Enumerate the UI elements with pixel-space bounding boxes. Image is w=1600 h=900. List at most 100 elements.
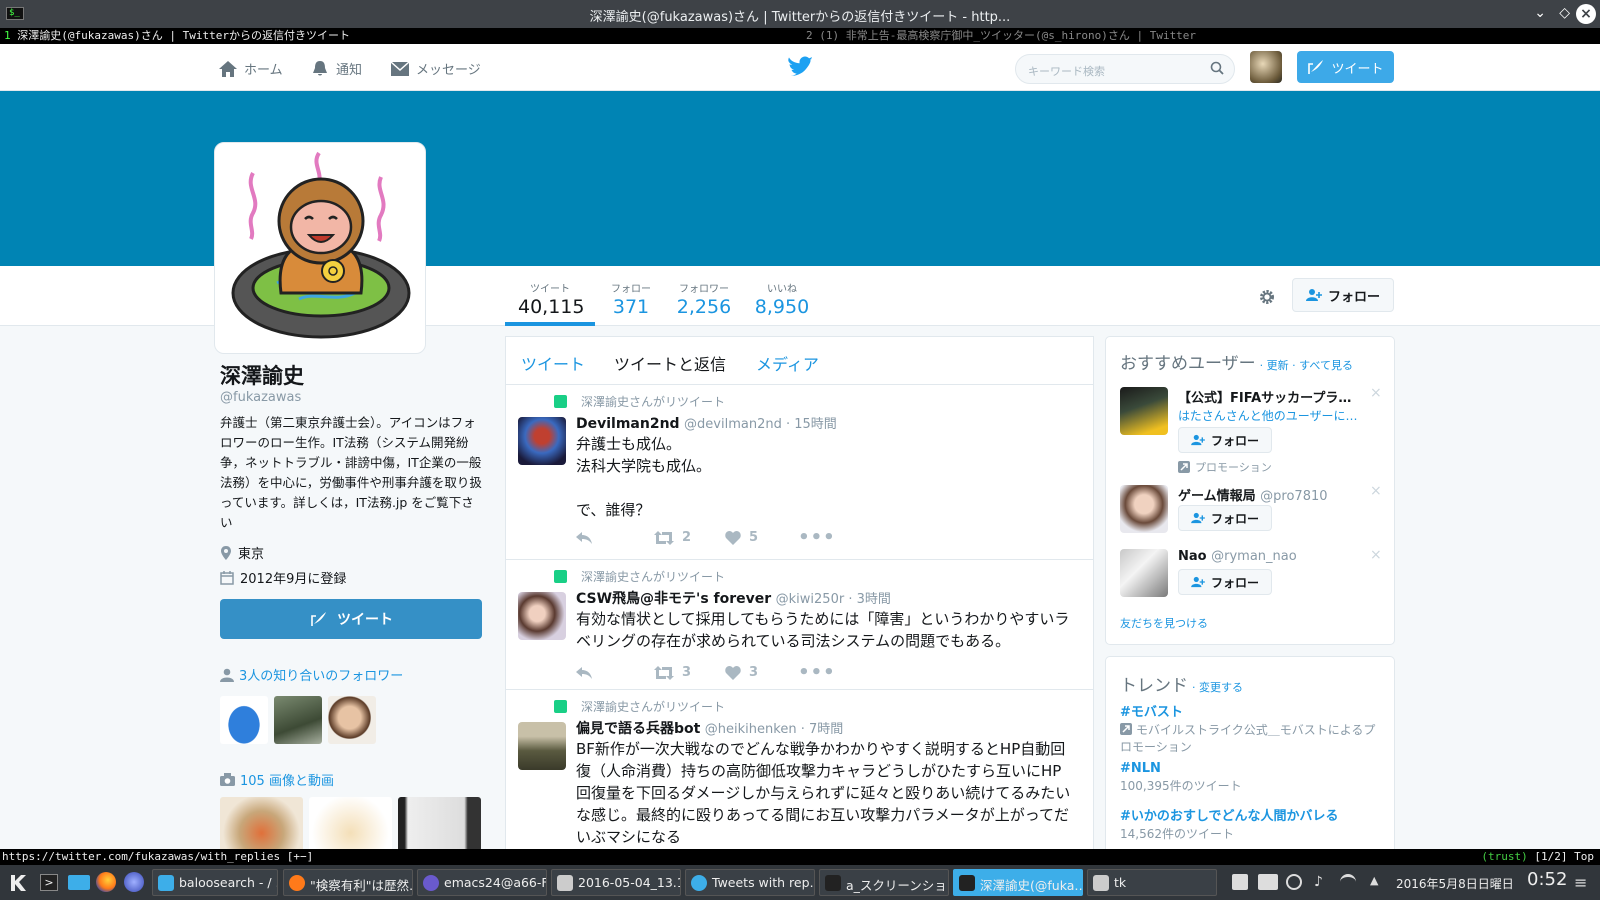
suggested-user-avatar[interactable] bbox=[1120, 549, 1168, 597]
follower-avatar[interactable] bbox=[274, 696, 322, 744]
change-trends-link[interactable]: · 変更する bbox=[1192, 679, 1243, 695]
tweet-author-name[interactable]: CSW飛鳥@非モテ's forever bbox=[576, 591, 771, 607]
find-friends-link[interactable]: 友だちを見つける bbox=[1120, 615, 1208, 631]
profile-handle[interactable]: @fukazawas bbox=[220, 390, 482, 405]
retweet-button[interactable]: 3 bbox=[654, 665, 691, 680]
task-browser-1[interactable]: "検察有利"は歴然… bbox=[283, 869, 413, 896]
task-emacs[interactable]: emacs24@a66-F… bbox=[417, 869, 547, 896]
stat-followers[interactable]: フォロワー 2,256 bbox=[676, 280, 732, 318]
known-followers-link[interactable]: 3人の知り合いのフォロワー bbox=[220, 665, 482, 684]
terminal-launcher-icon[interactable]: > bbox=[40, 874, 58, 891]
keyboard-icon[interactable] bbox=[1258, 874, 1278, 890]
task-baloosearch[interactable]: baloosearch - / … bbox=[152, 869, 278, 896]
task-label: 深澤諭史(@fuka… bbox=[980, 878, 1083, 893]
suggested-user-name[interactable]: ゲーム情報局 @pro7810 bbox=[1178, 485, 1358, 504]
reply-button[interactable] bbox=[576, 666, 592, 679]
firefox-launcher-icon[interactable] bbox=[96, 872, 116, 892]
follower-avatar[interactable] bbox=[328, 696, 376, 744]
tweet-avatar[interactable] bbox=[518, 417, 566, 465]
screen-tab-1[interactable]: 1 深澤諭史(@fukazawas)さん | Twitterからの返信付きツイー… bbox=[4, 28, 794, 44]
trend-description: 14,562件のツイート bbox=[1120, 827, 1234, 841]
twitter-bird-icon[interactable] bbox=[788, 56, 812, 76]
nav-notifications[interactable]: 通知 bbox=[310, 59, 362, 78]
dismiss-icon[interactable]: × bbox=[1370, 547, 1382, 563]
suggested-follow-button[interactable]: フォロー bbox=[1178, 427, 1272, 453]
like-button[interactable]: 5 bbox=[725, 530, 758, 545]
profile-avatar[interactable] bbox=[214, 142, 426, 354]
dismiss-icon[interactable]: × bbox=[1370, 483, 1382, 499]
refresh-link[interactable]: · 更新 · すべて見る bbox=[1260, 357, 1353, 373]
tweet-author-name[interactable]: Devilman2nd bbox=[576, 416, 680, 432]
stat-following[interactable]: フォロー 371 bbox=[603, 280, 659, 318]
clipboard-icon[interactable] bbox=[1232, 874, 1248, 890]
tab-tweets[interactable]: ツイート bbox=[521, 351, 585, 375]
media-thumbnail[interactable] bbox=[398, 797, 481, 857]
hamburger-menu-icon[interactable]: ≡ bbox=[1574, 873, 1587, 892]
stat-tweets[interactable]: ツイート 40,115 bbox=[518, 280, 584, 318]
minimize-icon[interactable]: ⌄ bbox=[1534, 5, 1546, 21]
dismiss-icon[interactable]: × bbox=[1370, 385, 1382, 401]
sync-icon[interactable] bbox=[1286, 874, 1302, 890]
more-options-icon[interactable]: ••• bbox=[798, 527, 836, 548]
tweet-author-handle[interactable]: @heikihenken · 7時間 bbox=[705, 722, 843, 737]
search-input[interactable]: キーワード検索 bbox=[1015, 54, 1235, 84]
wifi-icon[interactable] bbox=[1340, 874, 1356, 890]
tweet-avatar[interactable] bbox=[518, 722, 566, 770]
media-thumbnail[interactable] bbox=[309, 797, 392, 857]
taskbar-date[interactable]: 2016年5月8日日曜日 bbox=[1396, 875, 1514, 892]
follower-avatar[interactable] bbox=[220, 696, 268, 744]
more-options-icon[interactable]: ••• bbox=[798, 662, 836, 683]
task-screenshot[interactable]: a_スクリーンショ… bbox=[819, 869, 949, 896]
media-link[interactable]: 105 画像と動画 bbox=[220, 770, 482, 789]
tray-expand-icon[interactable]: ▲ bbox=[1370, 874, 1386, 890]
suggested-user-name[interactable]: Nao @ryman_nao bbox=[1178, 549, 1358, 564]
follow-button[interactable]: フォロー bbox=[1292, 278, 1394, 312]
kde-menu-icon[interactable] bbox=[8, 873, 28, 893]
maximize-icon[interactable]: ◇ bbox=[1559, 5, 1570, 21]
nav-messages[interactable]: メッセージ bbox=[390, 59, 481, 78]
tweet-author-name[interactable]: 偏見で語る兵器bot bbox=[576, 721, 700, 737]
mail-launcher-icon[interactable] bbox=[68, 875, 90, 890]
reply-button[interactable] bbox=[576, 531, 592, 544]
trend-item[interactable]: #NLN 100,395件のツイート bbox=[1120, 761, 1380, 795]
tweet-actions: 3 3 ••• bbox=[576, 662, 836, 683]
suggested-user-avatar[interactable] bbox=[1120, 485, 1168, 533]
suggested-user-name[interactable]: 【公式】FIFAサッカープライム… bbox=[1178, 387, 1358, 406]
browser-launcher-icon[interactable] bbox=[124, 872, 144, 892]
suggested-user-avatar[interactable] bbox=[1120, 387, 1168, 435]
close-icon[interactable]: × bbox=[1576, 4, 1596, 24]
follow-label: フォロー bbox=[1327, 289, 1380, 305]
tweet-author-handle[interactable]: @kiwi250r · 3時間 bbox=[776, 592, 891, 607]
media-thumbnail[interactable] bbox=[220, 797, 303, 857]
tab-tweets-and-replies[interactable]: ツイートと返信 bbox=[614, 351, 726, 375]
task-active-window[interactable]: 深澤諭史(@fuka… bbox=[953, 869, 1083, 896]
taskbar-clock[interactable]: 0:52 bbox=[1527, 869, 1567, 890]
tweet-avatar[interactable] bbox=[518, 592, 566, 640]
tweet-author-handle[interactable]: @devilman2nd · 15時間 bbox=[684, 417, 837, 432]
retweet-button[interactable]: 2 bbox=[654, 530, 691, 545]
suggested-follow-button[interactable]: フォロー bbox=[1178, 569, 1272, 595]
nav-home[interactable]: ホーム bbox=[218, 59, 283, 78]
tweet-item[interactable]: 深澤諭史さんがリツイート 偏見で語る兵器bot @heikihenken · 7… bbox=[506, 690, 1093, 856]
task-tweets[interactable]: Tweets with rep… bbox=[685, 869, 815, 896]
nav-tweet-button[interactable]: ツイート bbox=[1297, 51, 1394, 83]
suggested-follow-button[interactable]: フォロー bbox=[1178, 505, 1272, 531]
trend-item[interactable]: #いかのおすしでどんな人間かバレる 14,562件のツイート bbox=[1120, 805, 1380, 843]
tweet-item[interactable]: 深澤諭史さんがリツイート CSW飛鳥@非モテ's forever @kiwi25… bbox=[506, 560, 1093, 690]
tab-media[interactable]: メディア bbox=[756, 351, 819, 375]
profile-tweet-button[interactable]: ツイート bbox=[220, 599, 482, 639]
volume-icon[interactable]: ♪ bbox=[1314, 874, 1330, 890]
task-tk[interactable]: tk bbox=[1087, 869, 1217, 896]
stat-likes[interactable]: いいね 8,950 bbox=[754, 280, 810, 318]
tweet-text: 有効な情状として採用してもらうためには「障害」というわかりやすいラベリングの存在… bbox=[576, 608, 1076, 652]
trends-header: トレンド · 変更する bbox=[1120, 671, 1243, 696]
gear-icon[interactable] bbox=[1258, 288, 1276, 306]
search-icon[interactable] bbox=[1210, 61, 1224, 75]
task-image[interactable]: 2016-05-04_13.1… bbox=[551, 869, 681, 896]
screen-tab-2[interactable]: 2 (1) 非常上告-最高検察庁御中_ツイッター(@s_hirono)さん | … bbox=[806, 28, 1196, 44]
tweet-item[interactable]: 深澤諭史さんがリツイート Devilman2nd @devilman2nd · … bbox=[506, 385, 1093, 560]
like-button[interactable]: 3 bbox=[725, 665, 758, 680]
account-avatar[interactable] bbox=[1250, 51, 1282, 83]
trend-item[interactable]: #モバスト モバイルストライク公式＿モバストによるプロモーション bbox=[1120, 701, 1380, 756]
suggested-user-name-text: 【公式】FIFAサッカープライム… bbox=[1178, 391, 1358, 406]
